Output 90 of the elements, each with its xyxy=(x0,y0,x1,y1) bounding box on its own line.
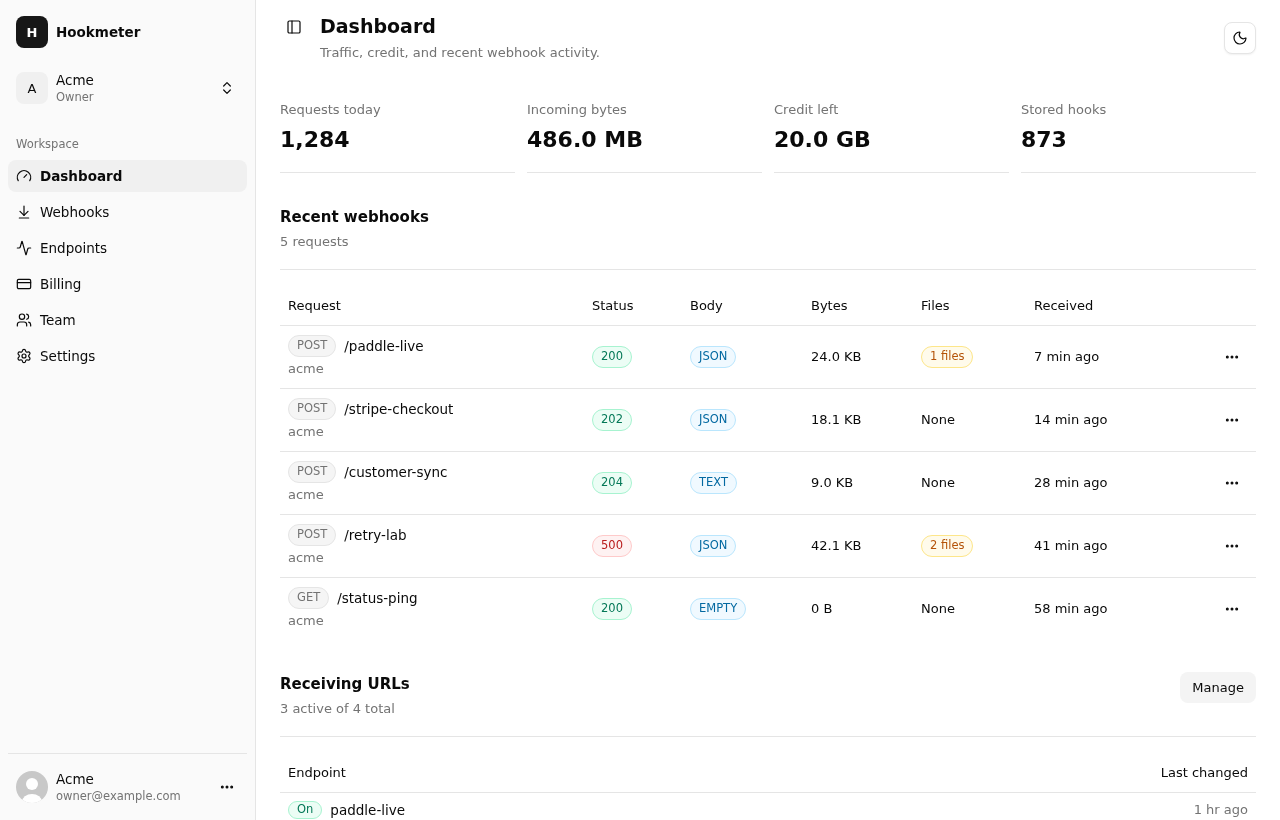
user-name: Acme xyxy=(56,770,95,788)
logo-mark: H xyxy=(16,16,48,48)
section-title: Recent webhooks xyxy=(280,207,429,228)
body-type-badge: TEXT xyxy=(690,472,737,494)
column-header: Files xyxy=(921,297,950,313)
download-icon xyxy=(16,204,32,220)
moon-icon xyxy=(1232,29,1248,46)
sidebar-nav-item[interactable]: Dashboard xyxy=(8,160,247,192)
request-path: /status-ping xyxy=(337,590,418,606)
stat-label: Incoming bytes xyxy=(527,101,628,119)
files-badge: 2 files xyxy=(921,535,974,557)
sidebar-nav-item[interactable]: Endpoints xyxy=(8,232,247,264)
request-path: /paddle-live xyxy=(344,338,424,354)
bytes-text: 18.1 KB xyxy=(811,411,862,429)
request-source: acme xyxy=(288,423,324,441)
column-header: Status xyxy=(592,297,634,313)
request-source: acme xyxy=(288,486,324,504)
request-source: acme xyxy=(288,612,324,630)
request-source: acme xyxy=(288,360,324,378)
gauge-icon xyxy=(16,168,32,184)
org-name: Acme xyxy=(56,71,95,89)
theme-toggle[interactable] xyxy=(1224,21,1256,54)
stat-label: Requests today xyxy=(280,101,382,119)
bytes-text: 0 B xyxy=(811,600,833,618)
method-badge: GET xyxy=(288,587,330,609)
method-badge: POST xyxy=(288,461,337,483)
user-avatar xyxy=(16,771,48,803)
files-text: None xyxy=(921,600,955,618)
sidebar-section-label: Workspace xyxy=(15,136,80,153)
endpoint-name: paddle-live xyxy=(330,801,406,819)
brand-name: Hookmeter xyxy=(56,24,141,40)
body-type-badge: EMPTY xyxy=(690,598,747,620)
bytes-text: 24.0 KB xyxy=(811,348,862,366)
section-title: Receiving URLs xyxy=(280,674,410,695)
column-header: Request xyxy=(288,297,341,313)
stat-value: 873 xyxy=(1021,126,1068,154)
files-text: None xyxy=(921,474,955,492)
section-summary: 3 active of 4 total xyxy=(280,700,396,718)
manage-button[interactable]: Manage xyxy=(1180,672,1256,703)
status-badge: 200 xyxy=(592,346,632,368)
stat-value: 486.0 MB xyxy=(527,126,644,154)
endpoint-state-badge: On xyxy=(288,801,323,819)
status-badge: 200 xyxy=(592,598,632,620)
panel-left-icon xyxy=(286,19,302,35)
column-header: Body xyxy=(690,297,723,313)
section-summary: 5 requests xyxy=(280,233,350,251)
body-type-badge: JSON xyxy=(690,535,737,557)
page-subtitle: Traffic, credit, and recent webhook activity. xyxy=(320,44,601,62)
sidebar-nav-item[interactable]: Webhooks xyxy=(8,196,247,228)
received-text: 41 min ago xyxy=(1034,537,1108,555)
column-header: Received xyxy=(1034,297,1094,313)
received-text: 14 min ago xyxy=(1034,411,1108,429)
files-text: None xyxy=(921,411,955,429)
user-email: owner@example.com xyxy=(56,788,182,804)
org-avatar: A xyxy=(16,72,48,104)
received-text: 58 min ago xyxy=(1034,600,1108,618)
status-badge: 202 xyxy=(592,409,632,431)
sidebar-nav-item[interactable]: Settings xyxy=(8,340,247,372)
method-badge: POST xyxy=(288,524,337,546)
bytes-text: 42.1 KB xyxy=(811,537,862,555)
activity-icon xyxy=(16,240,32,256)
status-badge: 204 xyxy=(592,472,632,494)
endpoint-changed-text: 1 hr ago xyxy=(1192,801,1249,819)
body-type-badge: JSON xyxy=(690,346,737,368)
sidebar-nav-item[interactable]: Billing xyxy=(8,268,247,300)
request-path: /retry-lab xyxy=(344,527,407,543)
request-path: /customer-sync xyxy=(344,464,448,480)
request-source: acme xyxy=(288,549,324,567)
body-type-badge: JSON xyxy=(690,409,737,431)
credit-card-icon xyxy=(16,276,32,292)
request-path: /stripe-checkout xyxy=(344,401,454,417)
users-icon xyxy=(16,312,32,328)
stat-label: Stored hooks xyxy=(1021,101,1108,119)
stat-value: 1,284 xyxy=(280,126,351,154)
method-badge: POST xyxy=(288,335,337,357)
sidebar-nav-item[interactable]: Team xyxy=(8,304,247,336)
page-title: Dashboard xyxy=(320,14,437,39)
method-badge: POST xyxy=(288,398,337,420)
received-text: 28 min ago xyxy=(1034,474,1108,492)
received-text: 7 min ago xyxy=(1034,348,1100,366)
status-badge: 500 xyxy=(592,535,632,557)
settings-icon xyxy=(16,348,32,364)
bytes-text: 9.0 KB xyxy=(811,474,854,492)
stat-label: Credit left xyxy=(774,101,840,119)
column-header: Bytes xyxy=(811,297,848,313)
org-role: Owner xyxy=(56,89,95,105)
column-header: Last changed xyxy=(1160,764,1248,780)
stat-value: 20.0 GB xyxy=(774,126,872,154)
column-header: Endpoint xyxy=(288,764,346,780)
files-badge: 1 files xyxy=(921,346,974,368)
